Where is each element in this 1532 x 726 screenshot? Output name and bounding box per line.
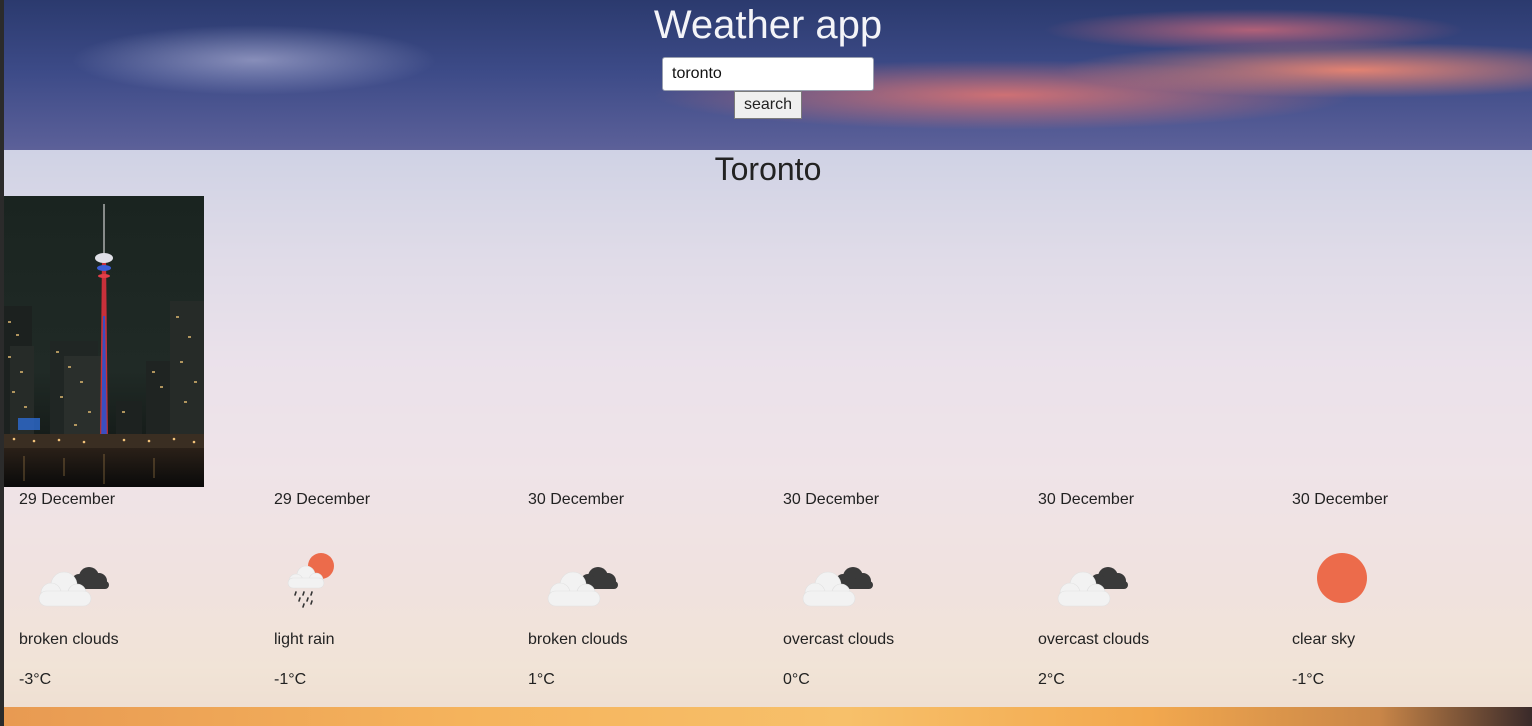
overcast-clouds-icon [783, 537, 883, 617]
weather-panel: Toronto 29 December broken clouds -3°C 2… [4, 150, 1532, 707]
overcast-clouds-icon [1038, 537, 1138, 617]
forecast-description: overcast clouds [783, 631, 895, 648]
search-button[interactable]: search [734, 91, 802, 119]
broken-clouds-icon [19, 537, 119, 617]
clear-sky-icon [1292, 537, 1392, 617]
forecast-temperature: -1°C [274, 671, 307, 688]
forecast-temperature: 1°C [528, 671, 555, 688]
forecast-date: 29 December [274, 491, 371, 508]
forecast-date: 30 December [1292, 491, 1389, 508]
forecast-temperature: 2°C [1038, 671, 1065, 688]
forecast-date: 29 December [19, 491, 116, 508]
sunset-background-strip [4, 707, 1532, 726]
light-rain-icon [274, 537, 374, 617]
forecast-description: overcast clouds [1038, 631, 1150, 648]
broken-clouds-icon [528, 537, 628, 617]
forecast-day: 30 December clear sky -1°C [1277, 487, 1531, 707]
city-photo [4, 196, 204, 487]
app-title: Weather app [653, 3, 883, 47]
forecast-day: 30 December broken clouds 1°C [513, 487, 767, 707]
forecast-date: 30 December [1038, 491, 1135, 508]
forecast-date: 30 December [528, 491, 625, 508]
forecast-description: broken clouds [19, 631, 119, 648]
forecast-description: light rain [274, 631, 335, 648]
search-input[interactable] [662, 57, 874, 91]
forecast-list: 29 December broken clouds -3°C 29 Decemb… [4, 487, 1532, 707]
forecast-day: 30 December overcast clouds 2°C [1023, 487, 1277, 707]
forecast-date: 30 December [783, 491, 880, 508]
forecast-day: 29 December light rain -1°C [259, 487, 513, 707]
forecast-day: 30 December overcast clouds 0°C [768, 487, 1022, 707]
city-name: Toronto [714, 151, 822, 187]
forecast-description: broken clouds [528, 631, 628, 648]
forecast-day: 29 December broken clouds -3°C [4, 487, 258, 707]
forecast-temperature: -1°C [1292, 671, 1325, 688]
app-header: Weather app search [4, 0, 1532, 150]
forecast-temperature: -3°C [19, 671, 52, 688]
forecast-temperature: 0°C [783, 671, 810, 688]
forecast-description: clear sky [1292, 631, 1356, 648]
cn-tower-night-photo-icon [4, 196, 204, 487]
